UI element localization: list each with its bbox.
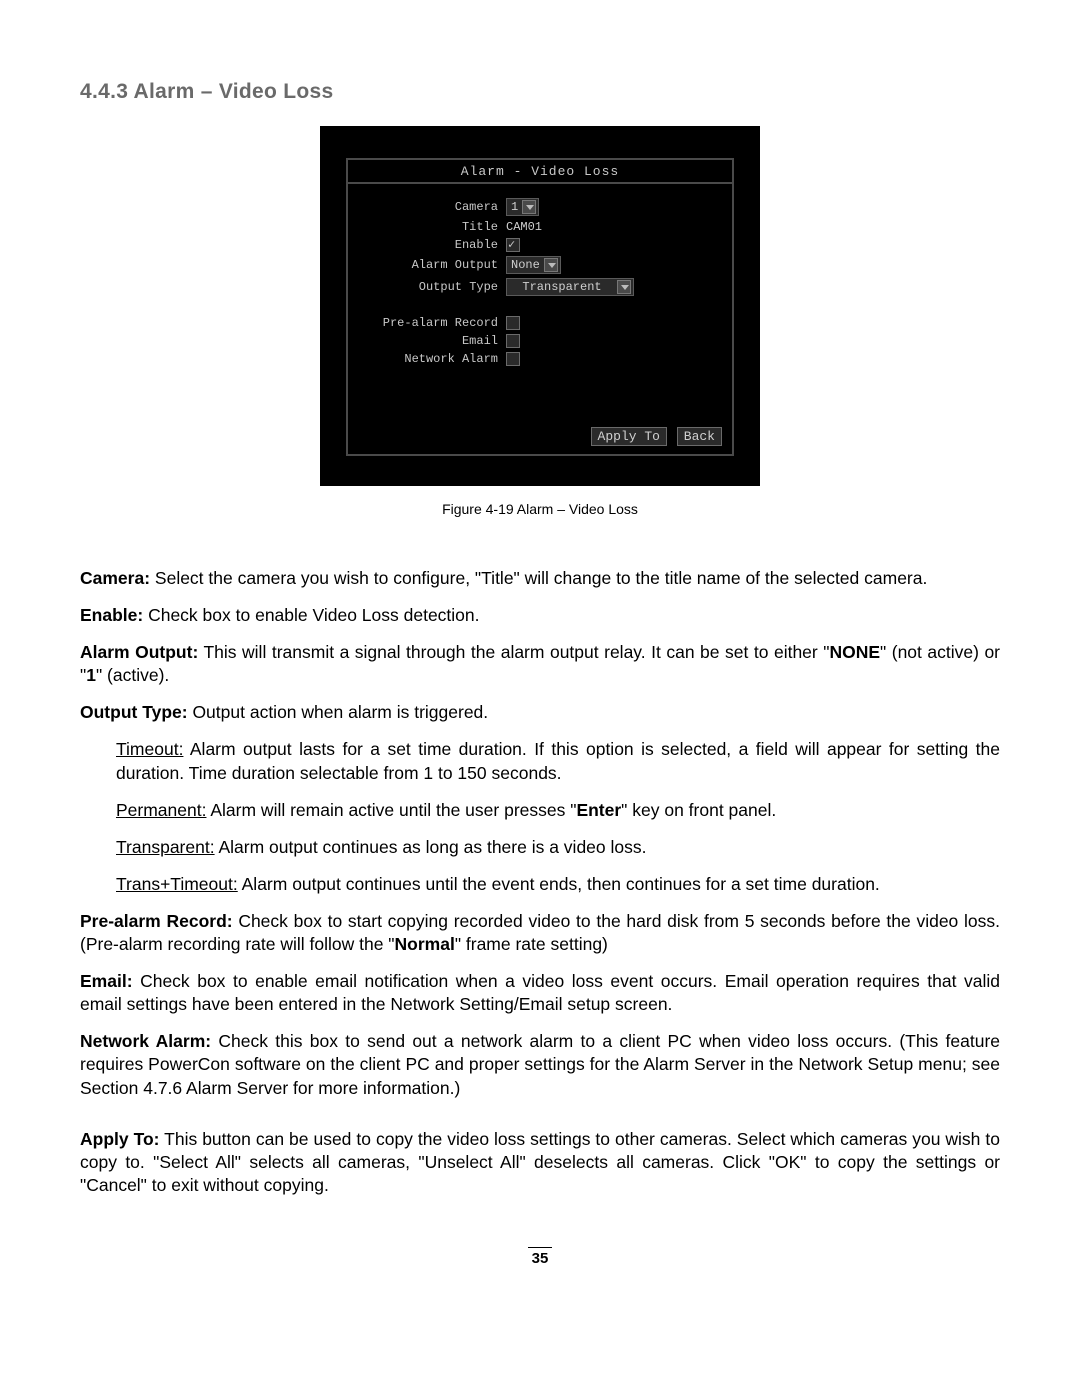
prealarm-term: Pre-alarm Record: bbox=[80, 911, 233, 931]
camera-select[interactable]: 1 bbox=[506, 198, 539, 216]
alarm-output-value: None bbox=[511, 258, 540, 272]
network-alarm-desc: Check this box to send out a network ala… bbox=[80, 1031, 1000, 1097]
alarm-output-one: 1 bbox=[86, 665, 96, 685]
output-type-term: Output Type: bbox=[80, 702, 188, 722]
alarm-output-desc-3: " (active). bbox=[96, 665, 169, 685]
page-number: 35 bbox=[80, 1247, 1000, 1267]
alarm-output-desc-1: This will transmit a signal through the … bbox=[198, 642, 829, 662]
figure-caption: Figure 4-19 Alarm – Video Loss bbox=[80, 501, 1000, 517]
section-heading: 4.4.3 Alarm – Video Loss bbox=[80, 80, 1000, 104]
back-button[interactable]: Back bbox=[677, 427, 722, 446]
camera-desc: Select the camera you wish to configure,… bbox=[150, 568, 927, 588]
dvr-screenshot: Alarm - Video Loss Camera 1 Title CAM01 … bbox=[320, 126, 760, 486]
email-term: Email: bbox=[80, 971, 133, 991]
output-type-value: Transparent bbox=[511, 280, 613, 294]
output-type-label: Output Type bbox=[348, 280, 506, 294]
prealarm-desc-2: " frame rate setting) bbox=[455, 934, 608, 954]
transtimeout-desc: Alarm output continues until the event e… bbox=[238, 874, 880, 894]
enable-label: Enable bbox=[348, 238, 506, 252]
title-value: CAM01 bbox=[506, 220, 542, 234]
camera-label: Camera bbox=[348, 200, 506, 214]
body-text: Camera: Select the camera you wish to co… bbox=[80, 567, 1000, 1197]
camera-term: Camera: bbox=[80, 568, 150, 588]
title-label: Title bbox=[348, 220, 506, 234]
figure-container: Alarm - Video Loss Camera 1 Title CAM01 … bbox=[80, 122, 1000, 517]
network-alarm-term: Network Alarm: bbox=[80, 1031, 211, 1051]
permanent-enter: Enter bbox=[576, 800, 621, 820]
apply-to-desc: This button can be used to copy the vide… bbox=[80, 1129, 1000, 1195]
enable-checkbox[interactable] bbox=[506, 238, 520, 252]
enable-desc: Check box to enable Video Loss detection… bbox=[143, 605, 479, 625]
chevron-down-icon bbox=[522, 200, 536, 214]
apply-to-term: Apply To: bbox=[80, 1129, 160, 1149]
output-type-desc: Output action when alarm is triggered. bbox=[188, 702, 489, 722]
chevron-down-icon bbox=[544, 258, 558, 272]
email-checkbox[interactable] bbox=[506, 334, 520, 348]
network-alarm-checkbox[interactable] bbox=[506, 352, 520, 366]
permanent-term: Permanent: bbox=[116, 800, 206, 820]
chevron-down-icon bbox=[617, 280, 631, 294]
transtimeout-term: Trans+Timeout: bbox=[116, 874, 238, 894]
email-form-label: Email bbox=[348, 334, 506, 348]
timeout-term: Timeout: bbox=[116, 739, 183, 759]
permanent-desc-2: " key on front panel. bbox=[621, 800, 776, 820]
dvr-window-title: Alarm - Video Loss bbox=[348, 160, 732, 182]
alarm-output-select[interactable]: None bbox=[506, 256, 561, 274]
enable-term: Enable: bbox=[80, 605, 143, 625]
permanent-desc-1: Alarm will remain active until the user … bbox=[206, 800, 576, 820]
timeout-desc: Alarm output lasts for a set time durati… bbox=[116, 739, 1000, 782]
transparent-desc: Alarm output continues as long as there … bbox=[215, 837, 647, 857]
transparent-term: Transparent: bbox=[116, 837, 215, 857]
apply-to-button[interactable]: Apply To bbox=[591, 427, 667, 446]
output-type-select[interactable]: Transparent bbox=[506, 278, 634, 296]
alarm-output-none: NONE bbox=[829, 642, 880, 662]
camera-select-value: 1 bbox=[511, 200, 518, 214]
email-desc: Check box to enable email notification w… bbox=[80, 971, 1000, 1014]
alarm-output-label: Alarm Output bbox=[348, 258, 506, 272]
prealarm-record-label: Pre-alarm Record bbox=[348, 316, 506, 330]
prealarm-checkbox[interactable] bbox=[506, 316, 520, 330]
network-alarm-form-label: Network Alarm bbox=[348, 352, 506, 366]
alarm-output-term: Alarm Output: bbox=[80, 642, 198, 662]
prealarm-normal: Normal bbox=[395, 934, 455, 954]
